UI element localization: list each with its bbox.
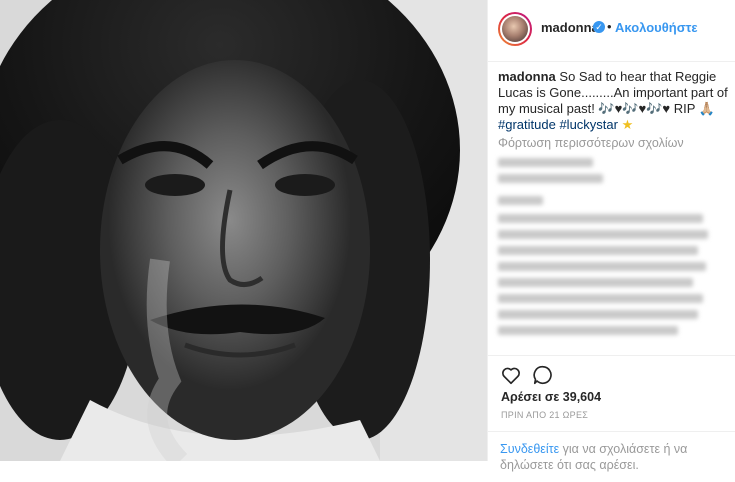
post-photo — [0, 0, 487, 461]
username-link[interactable]: madonna — [541, 20, 599, 35]
avatar[interactable] — [498, 12, 532, 46]
prayer-emoji: 🙏🏼 — [698, 101, 715, 116]
hashtag-luckystar[interactable]: #luckystar — [559, 117, 618, 132]
post-caption: madonna So Sad to hear that Reggie Lucas… — [498, 69, 730, 133]
load-more-comments-button[interactable]: Φόρτωση περισσότερων σχολίων — [498, 136, 684, 150]
post-side-panel: madonna ✓ • Ακολουθήστε madonna So Sad t… — [487, 0, 735, 472]
portrait-image — [0, 0, 487, 461]
login-link[interactable]: Συνδεθείτε — [500, 442, 559, 456]
post-actions: Αρέσει σε 39,604 ΠΡΙΝ ΑΠΟ 21 ΩΡΕΣ Συνδεθ… — [488, 355, 735, 472]
follow-button[interactable]: Ακολουθήστε — [615, 20, 698, 35]
blurred-comment-3 — [498, 214, 708, 342]
login-prompt: Συνδεθείτε για να σχολιάσετε ή να δηλώσε… — [488, 431, 735, 482]
caption-username[interactable]: madonna — [498, 69, 556, 84]
post-timestamp[interactable]: ΠΡΙΝ ΑΠΟ 21 ΩΡΕΣ — [501, 410, 588, 420]
avatar-image — [502, 16, 528, 42]
separator-dot: • — [607, 19, 612, 34]
post-header: madonna ✓ • Ακολουθήστε — [488, 0, 735, 62]
likes-count[interactable]: Αρέσει σε 39,604 — [501, 390, 601, 404]
caption-text-rip: RIP — [670, 101, 699, 116]
blurred-comment-1 — [498, 158, 708, 190]
hashtag-gratitude[interactable]: #gratitude — [498, 117, 556, 132]
heart-icon[interactable] — [500, 364, 522, 386]
star-emoji: ★ — [621, 117, 634, 132]
caption-emoji: 🎶♥🎶♥🎶♥ — [598, 101, 671, 116]
comment-icon[interactable] — [532, 364, 554, 386]
verified-badge-icon: ✓ — [593, 21, 605, 33]
blurred-comment-2 — [498, 196, 708, 212]
